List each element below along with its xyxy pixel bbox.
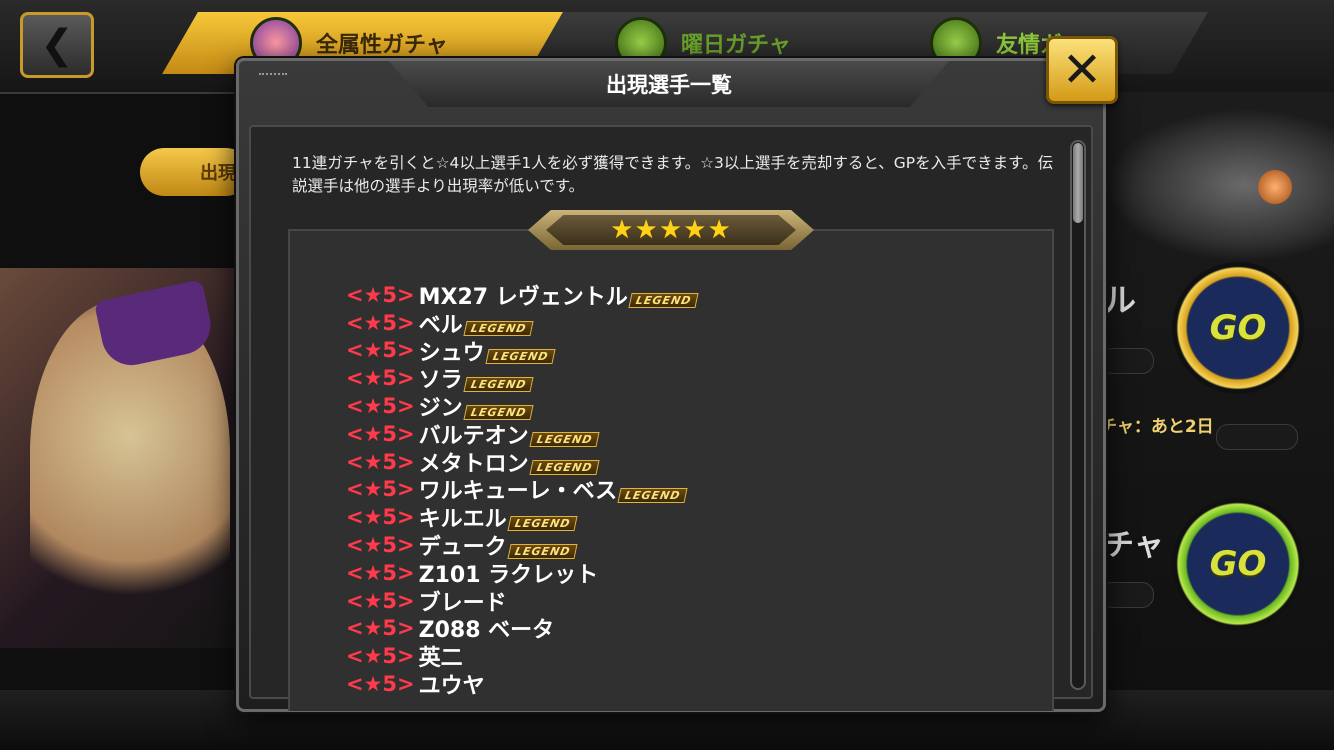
player-rank: <★5> bbox=[346, 282, 415, 307]
player-name: ユウヤ bbox=[418, 674, 485, 700]
rank-banner: ★★★★★ bbox=[528, 210, 814, 250]
legend-badge: LEGEND bbox=[529, 460, 600, 476]
player-rank: <★5> bbox=[346, 588, 415, 613]
progress-bar bbox=[1100, 348, 1154, 374]
tab-label: 曜日ガチャ bbox=[681, 33, 791, 58]
player-list-item: <★5> ユウヤ bbox=[346, 670, 697, 700]
close-button[interactable]: ✕ bbox=[1046, 36, 1118, 104]
player-rank: <★5> bbox=[346, 477, 415, 502]
player-rank: <★5> bbox=[346, 560, 415, 585]
player-rank: <★5> bbox=[346, 310, 415, 335]
scroll-thumb[interactable] bbox=[1073, 143, 1083, 223]
list-scrollbar[interactable] bbox=[1070, 140, 1086, 690]
legend-badge: LEGEND bbox=[529, 432, 600, 448]
dialog-title: 出現選手一覧 bbox=[606, 73, 732, 97]
player-list-item: <★5> ジン LEGEND bbox=[346, 392, 697, 421]
legend-badge: LEGEND bbox=[463, 404, 534, 420]
player-list-item: <★5> 英二 bbox=[346, 642, 697, 671]
player-list-item: <★5> デューク LEGEND bbox=[346, 531, 697, 560]
player-rank: <★5> bbox=[346, 533, 415, 558]
player-list-item: <★5> ベル LEGEND bbox=[346, 309, 697, 338]
player-rank: <★5> bbox=[346, 366, 415, 391]
chevron-left-icon: ❮ bbox=[40, 22, 74, 68]
go-label: GO bbox=[1209, 308, 1267, 348]
appearance-list-button[interactable]: 出現 bbox=[140, 148, 250, 196]
pill-label: 出現 bbox=[200, 163, 236, 184]
legend-badge: LEGEND bbox=[507, 515, 578, 531]
gacha-description: 11連ガチャを引くと☆4以上選手1人を必ず獲得できます。☆3以上選手を売却すると… bbox=[292, 154, 1054, 195]
legend-badge: LEGEND bbox=[507, 543, 578, 559]
player-list-item: <★5> キルエル LEGEND bbox=[346, 503, 697, 532]
player-rank: <★5> bbox=[346, 338, 415, 363]
gacha-title-fragment: チャ bbox=[1104, 528, 1164, 563]
player-rank: <★5> bbox=[346, 449, 415, 474]
tab-label: 全属性ガチャ bbox=[316, 33, 448, 58]
grip-decoration bbox=[259, 73, 287, 78]
go-label: GO bbox=[1209, 544, 1267, 584]
player-list-item: <★5> ブレード bbox=[346, 587, 697, 616]
player-rank: <★5> bbox=[346, 644, 415, 669]
player-list-item: <★5> ワルキューレ・ベス LEGEND bbox=[346, 476, 697, 504]
player-list-item: <★5> MX27 レヴェントル LEGEND bbox=[346, 281, 699, 310]
remaining-days-text: チャ：あと2日 bbox=[1100, 417, 1214, 437]
player-list-item: <★5> バルテオン LEGEND bbox=[346, 420, 697, 449]
legend-badge: LEGEND bbox=[628, 293, 699, 309]
player-list-item: <★5> Z088 ベータ bbox=[346, 615, 697, 643]
legend-badge: LEGEND bbox=[485, 348, 556, 364]
meteor-icon bbox=[1258, 170, 1292, 204]
player-rank: <★5> bbox=[346, 505, 415, 530]
five-star-icon: ★★★★★ bbox=[610, 215, 732, 245]
player-rank: <★5> bbox=[346, 672, 415, 697]
player-list-item: <★5> シュウ LEGEND bbox=[346, 337, 697, 366]
close-icon: ✕ bbox=[1061, 42, 1103, 98]
player-list: <★5> MX27 レヴェントル LEGEND <★5> ベル LEGEND <★5> シュウ… bbox=[346, 281, 699, 700]
progress-bar bbox=[1216, 424, 1298, 450]
legend-badge: LEGEND bbox=[463, 321, 534, 337]
progress-bar bbox=[1100, 582, 1154, 608]
player-list-item: <★5> ソラ LEGEND bbox=[346, 364, 697, 393]
back-button[interactable]: ❮ bbox=[20, 12, 94, 78]
go-button-green[interactable]: GO bbox=[1172, 498, 1304, 630]
player-list-item: <★5> Z101 ラクレット bbox=[346, 559, 697, 588]
player-rank: <★5> bbox=[346, 394, 415, 419]
player-rank: <★5> bbox=[346, 421, 415, 446]
smoke-cloud bbox=[1110, 110, 1334, 260]
gacha-title-fragment: ル bbox=[1104, 281, 1137, 319]
player-list-panel[interactable]: <★5> MX27 レヴェントル LEGEND <★5> ベル LEGEND <★5> シュウ… bbox=[288, 229, 1054, 711]
legend-badge: LEGEND bbox=[617, 487, 689, 503]
player-list-item: <★5> メタトロン LEGEND bbox=[346, 448, 697, 477]
go-button-gold[interactable]: GO bbox=[1172, 262, 1304, 394]
dialog-title-plate: 出現選手一覧 bbox=[389, 61, 949, 107]
player-rank: <★5> bbox=[346, 616, 415, 641]
legend-badge: LEGEND bbox=[463, 376, 534, 392]
